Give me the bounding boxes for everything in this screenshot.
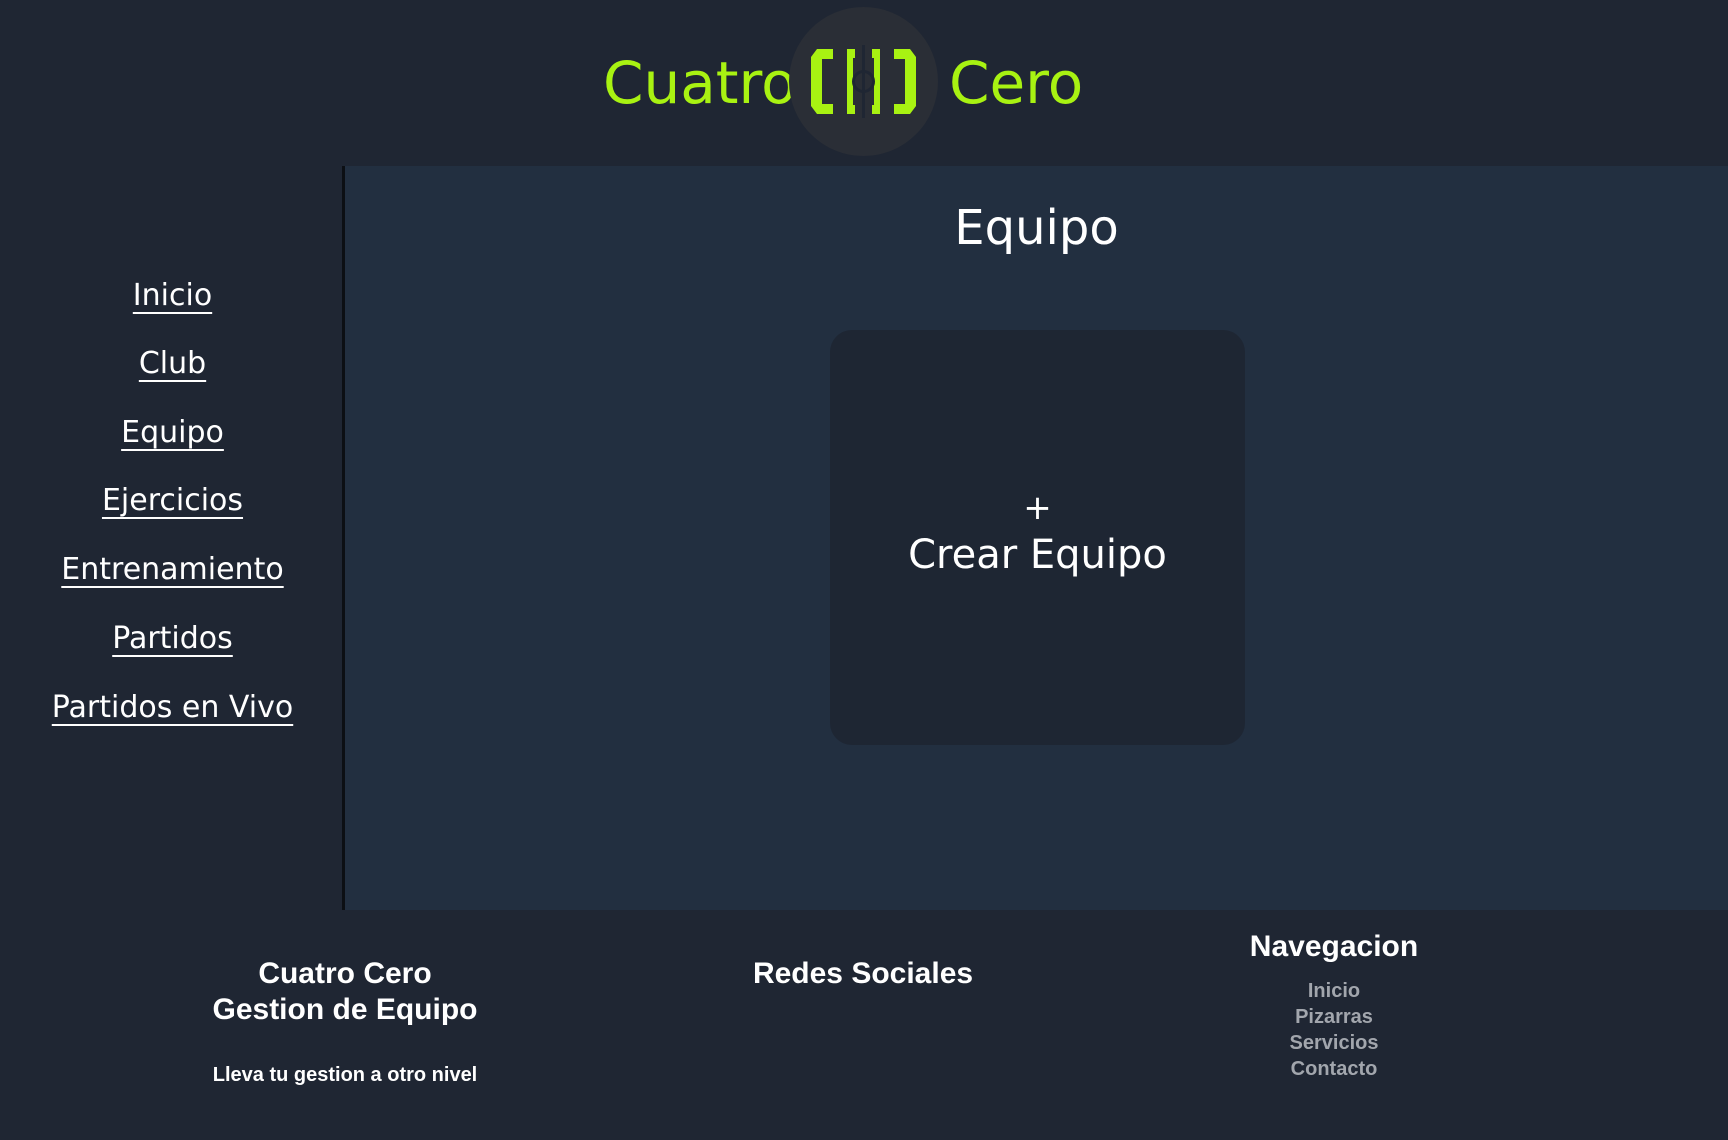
footer-brand-subtitle: Gestion de Equipo: [212, 993, 478, 1026]
footer-tagline: Lleva tu gestion a otro nivel: [212, 1064, 478, 1086]
create-team-label: Crear Equipo: [908, 532, 1167, 578]
footer-link-pizarras[interactable]: Pizarras: [1234, 1004, 1434, 1030]
sidebar-item-label[interactable]: Entrenamiento: [61, 552, 283, 587]
sidebar-item-entrenamiento[interactable]: Entrenamiento: [0, 550, 345, 590]
sidebar-item-partidos[interactable]: Partidos: [0, 619, 345, 659]
footer-nav-title: Navegacion: [1249, 930, 1419, 963]
main-content: Equipo + Crear Equipo: [345, 166, 1728, 910]
sidebar-item-label[interactable]: Ejercicios: [102, 483, 243, 518]
footer-link-inicio[interactable]: Inicio: [1234, 978, 1434, 1004]
sidebar-item-label[interactable]: Inicio: [133, 278, 212, 313]
footer-brand-name: Cuatro Cero: [258, 957, 432, 990]
header: Cuatro Cero: [0, 0, 1728, 166]
create-team-button[interactable]: + Crear Equipo: [830, 330, 1245, 745]
sidebar-item-label[interactable]: Club: [139, 346, 206, 381]
sidebar-item-label[interactable]: Equipo: [121, 415, 224, 450]
sidebar-item-ejercicios[interactable]: Ejercicios: [0, 481, 345, 521]
sidebar-item-label[interactable]: Partidos en Vivo: [52, 690, 293, 725]
sidebar-item-club[interactable]: Club: [0, 344, 345, 384]
brand-name-right: Cero: [949, 49, 1084, 117]
sidebar-item-label[interactable]: Partidos: [112, 621, 233, 656]
footer-link-servicios[interactable]: Servicios: [1234, 1030, 1434, 1056]
sidebar: Inicio Club Equipo Ejercicios Entrenamie…: [0, 166, 343, 910]
footer: Cuatro Cero Gestion de Equipo Lleva tu g…: [0, 910, 1728, 1140]
sidebar-item-partidos-en-vivo[interactable]: Partidos en Vivo: [0, 688, 345, 728]
page-title: Equipo: [954, 200, 1119, 256]
plus-icon: +: [1023, 488, 1052, 528]
sidebar-item-inicio[interactable]: Inicio: [0, 276, 345, 316]
sidebar-item-equipo[interactable]: Equipo: [0, 413, 345, 453]
brand-name-left: Cuatro: [603, 49, 797, 117]
footer-nav-links: Inicio Pizarras Servicios Contacto: [1234, 978, 1434, 1082]
footer-link-contacto[interactable]: Contacto: [1234, 1056, 1434, 1082]
logo-icon[interactable]: [789, 7, 938, 156]
footer-social-title: Redes Sociales: [752, 957, 974, 990]
